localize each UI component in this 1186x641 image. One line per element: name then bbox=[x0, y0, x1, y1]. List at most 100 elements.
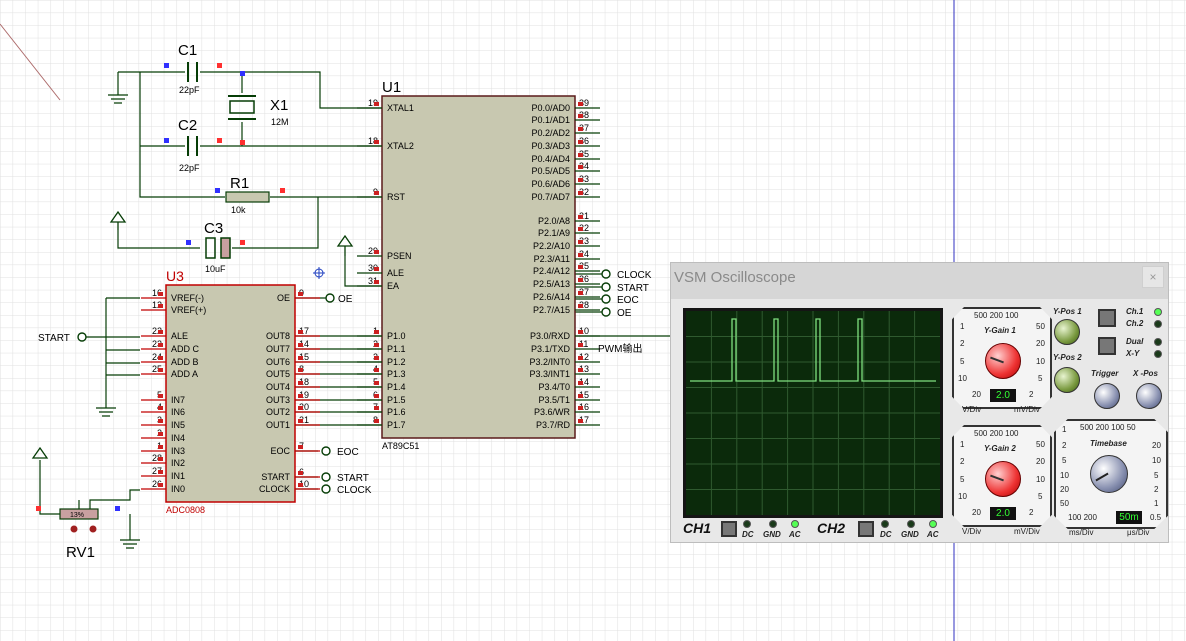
ygain1-r4: 2 bbox=[1029, 390, 1034, 399]
u1-pin-name: P0.4/AD4 bbox=[531, 154, 570, 164]
c2-value: 22pF bbox=[179, 163, 200, 173]
ch2-invert-button[interactable] bbox=[858, 521, 874, 537]
ygain1-r3: 5 bbox=[1038, 374, 1043, 383]
u1-pin-name: P3.5/T1 bbox=[538, 395, 570, 405]
x1-value: 12M bbox=[271, 117, 289, 127]
ch1-led bbox=[1154, 308, 1162, 316]
u3-pin-name: OUT5 bbox=[266, 369, 290, 379]
u1-pin-name: P2.7/A15 bbox=[533, 305, 570, 315]
ch1-ac-led[interactable] bbox=[791, 520, 799, 528]
u1-pin-name: P2.5/A13 bbox=[533, 279, 570, 289]
ygain2-knob[interactable] bbox=[985, 461, 1021, 497]
u1-pin-name: P3.2/INT0 bbox=[529, 357, 570, 367]
ch2-ac-led[interactable] bbox=[929, 520, 937, 528]
close-button[interactable]: × bbox=[1142, 266, 1164, 288]
timebase-display: 50m bbox=[1116, 511, 1142, 524]
timebase-r4: 1 bbox=[1154, 499, 1159, 508]
xpos-label: X -Pos bbox=[1133, 369, 1158, 378]
ch2-label: CH2 bbox=[817, 520, 846, 536]
left-net-start: START bbox=[38, 333, 70, 344]
timebase-panel: 500 200 100 50 Timebase 1 2 5 10 20 50 2… bbox=[1054, 419, 1168, 529]
timebase-knob[interactable] bbox=[1090, 455, 1128, 493]
ygain2-label: Y-Gain 2 bbox=[984, 444, 1016, 453]
dual-led bbox=[1154, 338, 1162, 346]
u1-pin-name: P3.1/TXD bbox=[531, 344, 571, 354]
ch2-mode-label: Ch.2 bbox=[1126, 319, 1144, 328]
ypos1-knob[interactable] bbox=[1054, 319, 1080, 345]
timebase-r5: 0.5 bbox=[1150, 513, 1162, 522]
ygain1-r2: 10 bbox=[1036, 357, 1045, 366]
rv1-ref: RV1 bbox=[66, 544, 95, 561]
u1-pin-name: P3.6/WR bbox=[534, 407, 571, 417]
ygain2-display: 2.0 bbox=[990, 507, 1016, 520]
ch1-select-button[interactable] bbox=[1098, 309, 1116, 327]
u1-pin-name: ALE bbox=[387, 268, 404, 278]
ch1-dc-label: DC bbox=[742, 530, 754, 539]
chip-u1[interactable]: U1 AT89C51 19XTAL118XTAL29RST29PSEN30ALE… bbox=[357, 79, 600, 451]
trigger-knob[interactable] bbox=[1094, 383, 1120, 409]
ygain1-unit-left: V/Div bbox=[962, 405, 982, 414]
timebase-unit-left: ms/Div bbox=[1069, 528, 1094, 537]
u3-pin-name: ADD C bbox=[171, 344, 200, 354]
ygain1-l4: 20 bbox=[972, 390, 981, 399]
oscilloscope-title: VSM Oscilloscope bbox=[674, 269, 796, 286]
u1-pin-name: P0.6/AD6 bbox=[531, 179, 570, 189]
u1-pin-name: P2.0/A8 bbox=[538, 216, 570, 226]
ch1-dc-led[interactable] bbox=[743, 520, 751, 528]
ygain1-l2: 5 bbox=[960, 357, 965, 366]
ch2-dc-led[interactable] bbox=[881, 520, 889, 528]
c2-ref: C2 bbox=[178, 117, 197, 134]
u3-net-start: START bbox=[337, 473, 369, 484]
ygain2-l1: 2 bbox=[960, 457, 965, 466]
ypos1-label: Y-Pos 1 bbox=[1053, 307, 1082, 316]
ygain2-r3: 5 bbox=[1038, 492, 1043, 501]
ch1-mode-label: Ch.1 bbox=[1126, 307, 1144, 316]
u1-pin-name: EA bbox=[387, 281, 399, 291]
ch2-led bbox=[1154, 320, 1162, 328]
u1-pin-name: P3.0/RXD bbox=[530, 331, 571, 341]
u3-pin-name: OUT6 bbox=[266, 357, 290, 367]
c3-ref: C3 bbox=[204, 220, 223, 237]
timebase-l2: 5 bbox=[1062, 456, 1067, 465]
u1-pin-name: P3.4/T0 bbox=[538, 382, 570, 392]
ch2-gnd-led[interactable] bbox=[907, 520, 915, 528]
ygain1-l3: 10 bbox=[958, 374, 967, 383]
ygain2-r0: 50 bbox=[1036, 440, 1045, 449]
u1-pin-name: P2.4/A12 bbox=[533, 266, 570, 276]
u1-pin-name: P0.5/AD5 bbox=[531, 166, 570, 176]
timebase-r3: 2 bbox=[1154, 485, 1159, 494]
chip-u3[interactable]: U3 ADC0808 16 VREF(-)12 VREF(+)22 ALE23 ADD … bbox=[141, 268, 320, 515]
u1-pin-name: XTAL1 bbox=[387, 103, 414, 113]
u3-net-eoc: EOC bbox=[337, 447, 359, 458]
c3-value: 10uF bbox=[205, 264, 226, 274]
ygain1-r1: 20 bbox=[1036, 339, 1045, 348]
u3-pin-name: EOC bbox=[270, 446, 290, 456]
u3-pin-name: ALE bbox=[171, 331, 188, 341]
u1-pin-name: P3.3/INT1 bbox=[529, 369, 570, 379]
c1-ref: C1 bbox=[178, 42, 197, 59]
ygain2-unit-right: mV/Div bbox=[1014, 527, 1040, 536]
u1-pin-name: P0.2/AD2 bbox=[531, 128, 570, 138]
ygain1-knob[interactable] bbox=[985, 343, 1021, 379]
u1-pin-name: P2.3/A11 bbox=[534, 254, 570, 264]
ygain1-scale-top: 500 200 100 bbox=[974, 311, 1019, 320]
ch1-gnd-led[interactable] bbox=[769, 520, 777, 528]
u1-pin-name: P3.7/RD bbox=[536, 420, 571, 430]
ygain1-label: Y-Gain 1 bbox=[984, 326, 1016, 335]
oscilloscope-window[interactable]: VSM Oscilloscope × 500 200 100 Y-Gain 1 … bbox=[670, 262, 1169, 543]
ygain2-l0: 1 bbox=[960, 440, 965, 449]
ch2-dc-label: DC bbox=[880, 530, 892, 539]
timebase-scale-bottom: 100 200 bbox=[1068, 513, 1097, 522]
ygain1-unit-right: mV/Div bbox=[1014, 405, 1040, 414]
u3-pin-name: VREF(-) bbox=[171, 293, 204, 303]
ch1-ac-label: AC bbox=[789, 530, 801, 539]
ygain1-r0: 50 bbox=[1036, 322, 1045, 331]
u3-pin-name: VREF(+) bbox=[171, 305, 206, 315]
u1-pin-name: P1.7 bbox=[387, 420, 406, 430]
ch1-invert-button[interactable] bbox=[721, 521, 737, 537]
timebase-l3: 10 bbox=[1060, 471, 1069, 480]
dual-select-button[interactable] bbox=[1098, 337, 1116, 355]
u3-pin-name: START bbox=[261, 472, 290, 482]
xpos-knob[interactable] bbox=[1136, 383, 1162, 409]
ypos2-knob[interactable] bbox=[1054, 367, 1080, 393]
